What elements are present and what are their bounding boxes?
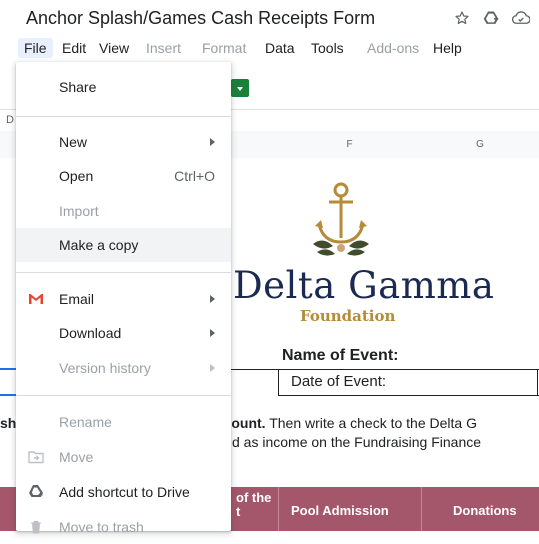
menu-item-new[interactable]: New bbox=[16, 125, 231, 159]
column-f-label: F bbox=[346, 139, 353, 150]
menu-bar: File Edit View Insert Format Data Tools … bbox=[0, 36, 539, 60]
add-shortcut-drive-icon bbox=[28, 484, 44, 500]
menu-addons[interactable]: Add-ons bbox=[361, 38, 425, 58]
title-bar: Anchor Splash/Games Cash Receipts Form bbox=[0, 0, 539, 36]
new-label: New bbox=[59, 134, 88, 150]
menu-format[interactable]: Format bbox=[196, 38, 252, 58]
menu-item-rename[interactable]: Rename bbox=[16, 405, 231, 439]
menu-item-make-a-copy[interactable]: Make a copy bbox=[16, 228, 231, 262]
trash-icon bbox=[28, 519, 44, 535]
open-label: Open bbox=[59, 168, 94, 184]
cloud-status-icon[interactable] bbox=[512, 11, 530, 25]
event-date-border-left bbox=[278, 369, 279, 395]
submenu-arrow-icon bbox=[210, 329, 215, 337]
instr-bold: ount. bbox=[231, 415, 266, 431]
submenu-arrow-icon bbox=[210, 295, 215, 303]
menu-item-import[interactable]: Import bbox=[16, 194, 231, 228]
menu-tools[interactable]: Tools bbox=[305, 38, 350, 58]
star-icon[interactable] bbox=[454, 10, 470, 26]
menu-view[interactable]: View bbox=[93, 38, 135, 58]
menu-separator bbox=[16, 272, 231, 273]
column-header-f[interactable]: F bbox=[278, 131, 422, 159]
open-shortcut: Ctrl+O bbox=[174, 168, 215, 184]
instructions-line-2: d as income on the Fundraising Finance bbox=[232, 434, 482, 450]
import-label: Import bbox=[59, 203, 99, 219]
event-name-label[interactable]: Name of Event: bbox=[282, 347, 398, 365]
title-icons bbox=[454, 10, 530, 26]
menu-separator bbox=[16, 395, 231, 396]
rename-label: Rename bbox=[59, 414, 112, 430]
menu-help[interactable]: Help bbox=[427, 38, 468, 58]
menu-item-open[interactable]: Open Ctrl+O bbox=[16, 159, 231, 193]
menu-separator bbox=[16, 116, 231, 117]
menu-item-add-shortcut[interactable]: Add shortcut to Drive bbox=[16, 475, 231, 509]
menu-item-version-history[interactable]: Version history bbox=[16, 351, 231, 385]
document-title[interactable]: Anchor Splash/Games Cash Receipts Form bbox=[26, 8, 375, 29]
selection-border-left-2 bbox=[0, 394, 16, 396]
menu-item-email[interactable]: Email bbox=[16, 282, 231, 316]
selection-border-left bbox=[0, 368, 16, 370]
header-partial: of the t bbox=[236, 491, 271, 519]
event-date-label[interactable]: Date of Event: bbox=[291, 373, 386, 390]
header-donations[interactable]: Donations bbox=[453, 503, 517, 518]
column-g-label: G bbox=[476, 139, 484, 150]
header-pool-admission[interactable]: Pool Admission bbox=[291, 503, 389, 518]
submenu-arrow-icon bbox=[210, 138, 215, 146]
menu-item-move[interactable]: Move bbox=[16, 440, 231, 474]
file-menu-dropdown: Share New Open Ctrl+O Import Make a copy … bbox=[16, 62, 231, 535]
table-divider-1 bbox=[278, 487, 279, 531]
cell-reference[interactable]: D bbox=[6, 114, 14, 126]
gmail-icon bbox=[28, 291, 44, 307]
column-header-e[interactable] bbox=[231, 131, 279, 159]
version-history-label: Version history bbox=[59, 360, 151, 376]
move-label: Move bbox=[59, 449, 94, 465]
table-divider-2 bbox=[421, 487, 422, 531]
make-copy-label: Make a copy bbox=[59, 237, 139, 253]
folder-move-icon bbox=[28, 449, 44, 465]
submenu-arrow-icon bbox=[210, 364, 215, 372]
move-to-folder-icon[interactable] bbox=[482, 10, 500, 26]
instr-rest: Then write a check to the Delta G bbox=[265, 415, 477, 431]
add-shortcut-label: Add shortcut to Drive bbox=[59, 484, 190, 500]
anchor-logo bbox=[313, 182, 369, 256]
toolbar-dropdown-button[interactable] bbox=[231, 79, 249, 97]
email-label: Email bbox=[59, 291, 95, 307]
menu-file[interactable]: File bbox=[18, 38, 53, 58]
menu-item-download[interactable]: Download bbox=[16, 316, 231, 350]
menu-item-move-to-trash[interactable]: Move to trash bbox=[16, 510, 231, 544]
share-label: Share bbox=[59, 79, 97, 95]
header-partial-line1: of the bbox=[236, 490, 272, 505]
download-label: Download bbox=[59, 325, 122, 341]
header-partial-line2: t bbox=[236, 504, 241, 519]
event-date-border-right bbox=[537, 369, 538, 395]
brand-subtitle: Foundation bbox=[300, 307, 396, 325]
instr-start: sh bbox=[0, 415, 17, 431]
event-date-underline bbox=[278, 395, 539, 396]
menu-data[interactable]: Data bbox=[259, 38, 301, 58]
menu-insert[interactable]: Insert bbox=[140, 38, 187, 58]
move-to-trash-label: Move to trash bbox=[59, 519, 144, 535]
menu-item-share[interactable]: Share bbox=[16, 70, 231, 104]
column-header-g[interactable]: G bbox=[421, 131, 539, 159]
menu-edit[interactable]: Edit bbox=[56, 38, 92, 58]
brand-name: Delta Gamma bbox=[233, 264, 495, 307]
